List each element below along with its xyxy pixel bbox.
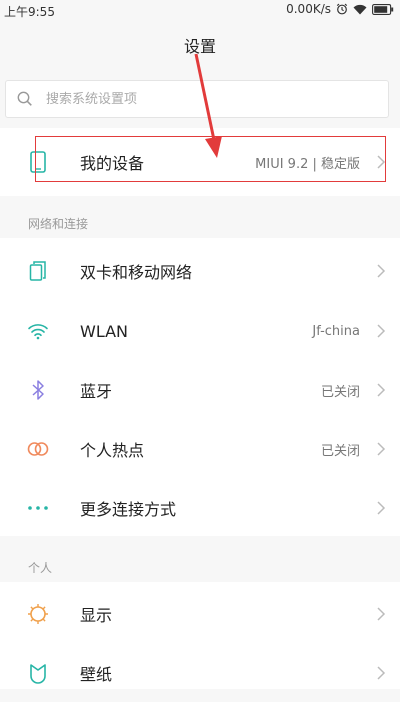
chevron-right-icon xyxy=(376,262,386,280)
page-title: 设置 xyxy=(183,37,216,56)
display-label: 显示 xyxy=(80,606,113,625)
bluetooth-row[interactable]: 蓝牙 已关闭 xyxy=(0,361,400,419)
wifi-icon xyxy=(353,4,367,15)
status-time: 上午9:55 xyxy=(4,5,55,19)
battery-icon xyxy=(372,3,394,15)
dual-sim-label: 双卡和移动网络 xyxy=(80,263,193,282)
wallpaper-label: 壁纸 xyxy=(80,665,113,684)
phone-icon xyxy=(26,150,50,174)
chevron-right-icon xyxy=(376,499,386,517)
bluetooth-value: 已关闭 xyxy=(320,384,360,400)
more-connections-row[interactable]: 更多连接方式 xyxy=(0,479,400,537)
my-device-row[interactable]: 我的设备 MIUI 9.2 | 稳定版 xyxy=(0,133,400,191)
more-connections-label: 更多连接方式 xyxy=(80,500,177,519)
chevron-right-icon xyxy=(376,664,386,682)
hotspot-icon xyxy=(26,437,50,461)
wlan-label: WLAN xyxy=(80,321,129,341)
hotspot-value: 已关闭 xyxy=(320,443,360,459)
display-row[interactable]: 显示 xyxy=(0,585,400,643)
dual-sim-row[interactable]: 双卡和移动网络 xyxy=(0,242,400,300)
search-icon xyxy=(16,90,34,108)
bluetooth-icon xyxy=(26,378,50,402)
bluetooth-label: 蓝牙 xyxy=(80,382,113,401)
status-bar: 上午9:55 0.00K/s xyxy=(0,0,400,20)
wallpaper-icon xyxy=(26,661,50,685)
wallpaper-row[interactable]: 壁纸 xyxy=(0,644,400,702)
miui-version: MIUI 9.2 | 稳定版 xyxy=(255,156,360,172)
chevron-right-icon xyxy=(376,322,386,340)
wifi-icon xyxy=(26,319,50,343)
section-title-network: 网络和连接 xyxy=(28,217,89,231)
search-box[interactable] xyxy=(5,80,389,118)
section-title-personal: 个人 xyxy=(28,561,53,575)
sim-card-icon xyxy=(26,259,50,283)
hotspot-label: 个人热点 xyxy=(80,441,145,460)
chevron-right-icon xyxy=(376,440,386,458)
search-input[interactable] xyxy=(44,90,348,108)
wlan-row[interactable]: WLAN Jf-china xyxy=(0,302,400,360)
chevron-right-icon xyxy=(376,153,386,171)
hotspot-row[interactable]: 个人热点 已关闭 xyxy=(0,420,400,478)
sun-icon xyxy=(26,602,50,626)
chevron-right-icon xyxy=(376,605,386,623)
wlan-value: Jf-china xyxy=(312,323,360,339)
alarm-icon xyxy=(336,3,348,15)
chevron-right-icon xyxy=(376,381,386,399)
status-icons: 0.00K/s xyxy=(286,2,394,16)
network-speed: 0.00K/s xyxy=(286,2,331,16)
my-device-label: 我的设备 xyxy=(80,154,145,173)
more-dots-icon xyxy=(26,496,50,520)
